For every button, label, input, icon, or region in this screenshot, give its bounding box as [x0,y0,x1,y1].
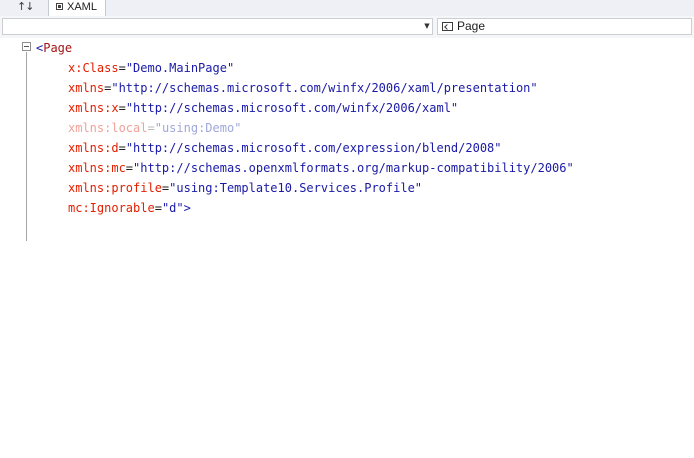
code-editor[interactable]: <Page x:Class="Demo.MainPage" xmlns="htt… [0,38,694,241]
attribute-value: "http://schemas.microsoft.com/winfx/2006… [111,81,538,95]
chevron-down-icon[interactable]: ▼ [422,19,432,34]
attribute-value: "http://schemas.microsoft.com/expression… [125,141,502,155]
type-dropdown[interactable]: ▼ [2,18,433,35]
code-line-attribute-unused: xmlns:local="using:Demo" [68,121,242,135]
navigation-bar: ▼ Page [0,16,694,38]
attribute-value: "http://schemas.microsoft.com/winfx/2006… [125,101,459,115]
attribute-name: xmlns:local [68,121,148,135]
code-line-attribute: xmlns:mc="http://schemas.openxmlformats.… [68,161,574,175]
code-line-attribute: xmlns:profile="using:Template10.Services… [68,181,423,195]
collapse-toggle-icon[interactable] [22,42,31,51]
code-line-attribute: mc:Ignorable="d"> [68,201,191,215]
attribute-name: xmlns:profile [68,181,162,195]
attribute-value: "using:Demo" [154,121,242,135]
attribute-name: x:Class [68,61,119,75]
element-icon [442,22,453,31]
attribute-name: xmlns:d [68,141,119,155]
tab-xaml[interactable]: XAML [48,0,106,16]
element-tag: Page [43,41,73,55]
attribute-name: xmlns:mc [68,161,126,175]
member-dropdown[interactable]: Page [437,18,692,35]
attribute-value: "using:Template10.Services.Profile" [169,181,423,195]
code-line-attribute: xmlns:x="http://schemas.microsoft.com/wi… [68,101,459,115]
member-dropdown-value: Page [457,19,486,33]
outline-guide [26,52,27,241]
code-line-attribute: xmlns="http://schemas.microsoft.com/winf… [68,81,538,95]
code-line-page-open: <Page [36,38,72,58]
code-line-attribute: xmlns:d="http://schemas.microsoft.com/ex… [68,141,502,155]
attribute-name: mc:Ignorable [68,201,155,215]
xaml-pane-icon [56,3,63,10]
attribute-value: "http://schemas.openxmlformats.org/marku… [133,161,574,175]
attribute-name: xmlns [68,81,105,95]
attribute-value: "d" [161,201,184,215]
tab-xaml-label: XAML [67,1,97,13]
code-line-attribute: x:Class="Demo.MainPage" [68,61,235,75]
document-tab-bar: ↑↓ XAML [0,0,694,17]
attribute-value: "Demo.MainPage" [125,61,235,75]
swap-panes-icon[interactable]: ↑↓ [17,0,34,14]
close-bracket: > [183,201,191,215]
attribute-name: xmlns:x [68,101,119,115]
